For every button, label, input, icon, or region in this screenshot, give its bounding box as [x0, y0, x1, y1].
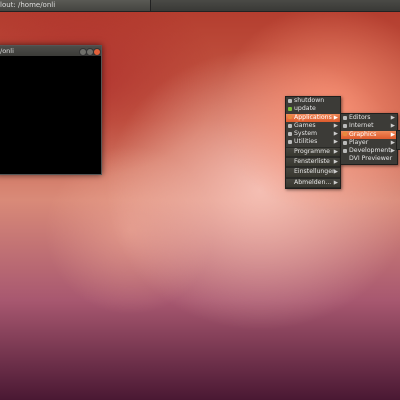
- chevron-right-icon: ▶: [390, 139, 395, 146]
- applications-submenu: Editors ▶ Internet ▶ Graphics ▶ Player ▶…: [340, 113, 398, 165]
- submenu-item-internet[interactable]: Internet ▶: [341, 122, 397, 130]
- taskbar-window-button[interactable]: lout: /home/onli: [0, 0, 151, 11]
- menu-item-label: Fensterliste: [294, 158, 330, 166]
- taskbar-window-title: lout: /home/onli: [0, 1, 56, 9]
- folder-icon: [342, 124, 347, 129]
- folder-icon: [342, 140, 347, 145]
- chevron-right-icon: ▶: [333, 179, 338, 186]
- submenu-item-dvi-previewer[interactable]: DVI Previewer: [341, 155, 397, 163]
- terminal-content[interactable]: [0, 56, 101, 174]
- folder-icon: [287, 140, 292, 145]
- menu-item-einstellungen[interactable]: Einstellungen ▶: [286, 167, 340, 178]
- folder-icon: [287, 115, 292, 120]
- menu-item-label: Player: [349, 138, 369, 146]
- menu-item-label: Internet: [349, 122, 374, 130]
- menu-item-label: shutdown: [294, 97, 325, 104]
- menu-item-label: System: [294, 130, 318, 138]
- menu-item-label: Graphics: [349, 130, 377, 138]
- terminal-titlebar[interactable]: /onli: [0, 46, 101, 56]
- chevron-right-icon: ▶: [333, 159, 338, 166]
- terminal-title: /onli: [0, 47, 14, 55]
- submenu-item-editors[interactable]: Editors ▶: [341, 114, 397, 122]
- menu-item-label: Utilities: [294, 138, 318, 146]
- menu-item-label: Abmelden...: [294, 178, 332, 186]
- menu-item-label: Programme: [294, 147, 330, 155]
- menu-item-applications[interactable]: Applications ▶: [286, 113, 340, 122]
- update-icon: [287, 107, 292, 112]
- menu-item-system[interactable]: System ▶: [286, 130, 340, 138]
- chevron-right-icon: ▶: [333, 139, 338, 146]
- chevron-right-icon: ▶: [390, 148, 395, 155]
- menu-item-label: Editors: [349, 114, 371, 121]
- menu-item-label: Development: [349, 147, 391, 155]
- submenu-item-graphics[interactable]: Graphics ▶: [341, 130, 397, 139]
- menu-item-label: Einstellungen: [294, 168, 336, 176]
- menu-item-label: Games: [294, 121, 316, 129]
- chevron-right-icon: ▶: [333, 114, 338, 121]
- menu-item-update[interactable]: update: [286, 105, 340, 113]
- top-panel: lout: /home/onli: [0, 0, 400, 12]
- chevron-right-icon: ▶: [390, 115, 395, 121]
- root-menu: shutdown update Applications ▶ Games ▶ S…: [285, 96, 341, 189]
- terminal-window[interactable]: /onli: [0, 45, 102, 175]
- chevron-right-icon: ▶: [333, 169, 338, 176]
- menu-item-abmelden[interactable]: Abmelden... ▶: [286, 177, 340, 188]
- gear-icon: [287, 98, 292, 103]
- menu-item-shutdown[interactable]: shutdown: [286, 97, 340, 105]
- submenu-item-player[interactable]: Player ▶: [341, 139, 397, 147]
- graphics-submenu[interactable]: [396, 130, 400, 150]
- menu-item-utilities[interactable]: Utilities ▶: [286, 138, 340, 146]
- menu-item-programme[interactable]: Programme ▶: [286, 146, 340, 158]
- menu-item-label: DVI Previewer: [349, 155, 393, 163]
- close-icon[interactable]: [93, 48, 101, 56]
- folder-icon: [342, 148, 347, 153]
- menu-item-label: update: [294, 105, 316, 113]
- folder-icon: [342, 132, 347, 137]
- menu-item-fensterliste[interactable]: Fensterliste ▶: [286, 157, 340, 168]
- chevron-right-icon: ▶: [333, 122, 338, 129]
- chevron-right-icon: ▶: [390, 123, 395, 130]
- folder-icon: [342, 115, 347, 120]
- menu-item-label: Applications: [294, 113, 332, 121]
- folder-icon: [287, 131, 292, 136]
- folder-icon: [287, 123, 292, 128]
- chevron-right-icon: ▶: [333, 148, 338, 155]
- chevron-right-icon: ▶: [333, 131, 338, 138]
- submenu-item-development[interactable]: Development ▶: [341, 147, 397, 155]
- menu-item-games[interactable]: Games ▶: [286, 122, 340, 130]
- chevron-right-icon: ▶: [390, 131, 395, 138]
